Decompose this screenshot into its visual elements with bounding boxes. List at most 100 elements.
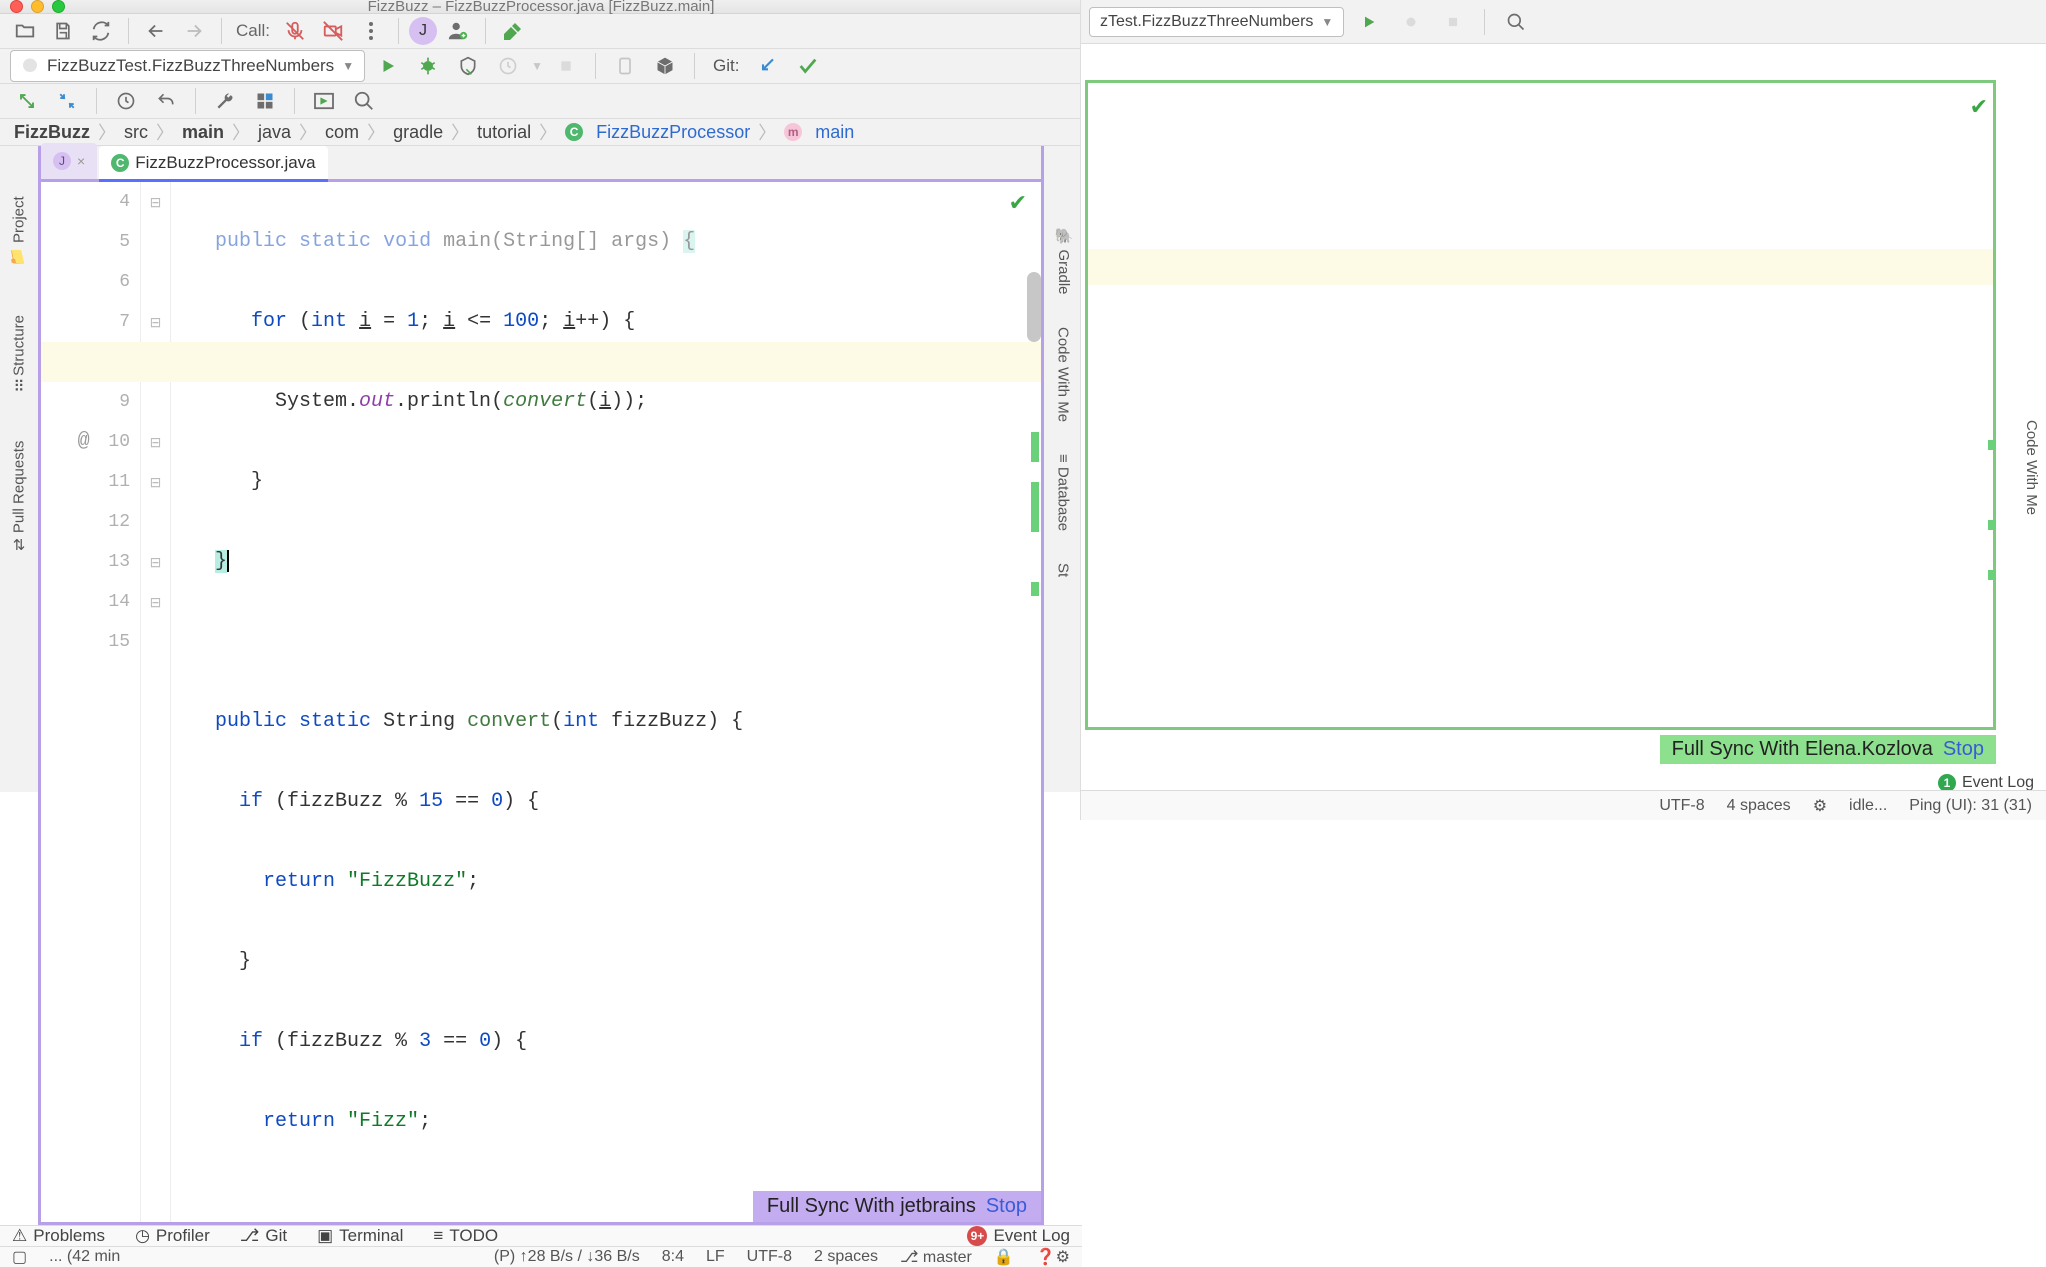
main-toolbar: Call: J bbox=[0, 14, 1082, 49]
run-icon[interactable] bbox=[371, 49, 405, 83]
run-anything-icon[interactable] bbox=[307, 84, 341, 118]
chevron-down-icon: ▼ bbox=[342, 59, 354, 73]
status-line-ending[interactable]: LF bbox=[706, 1248, 725, 1266]
coverage-icon[interactable] bbox=[451, 49, 485, 83]
tool-pullrequests-tab[interactable]: ⇅Pull Requests bbox=[6, 437, 32, 556]
sec-status-settings-icon[interactable]: ⚙ bbox=[1813, 796, 1827, 816]
run-config-name: FizzBuzzTest.FizzBuzzThreeNumbers bbox=[47, 56, 334, 76]
status-help-icon[interactable]: ❓⚙ bbox=[1036, 1247, 1070, 1267]
git-label: Git: bbox=[713, 56, 739, 76]
tool-problems[interactable]: ⚠ Problems bbox=[12, 1226, 105, 1246]
history-icon[interactable] bbox=[109, 84, 143, 118]
search-icon[interactable] bbox=[347, 84, 381, 118]
open-file-icon[interactable] bbox=[8, 14, 42, 48]
secondary-window: zTest.FizzBuzzThreeNumbers ▼ ✔ Code With… bbox=[1080, 0, 2046, 820]
tool-st-tab[interactable]: St bbox=[1051, 559, 1076, 581]
editor-area: J × C FizzBuzzProcessor.java 456789 @ 10… bbox=[38, 146, 1044, 1225]
status-bar: ▢ ... (42 min (P) ↑28 B/s / ↓36 B/s 8:4 … bbox=[0, 1246, 1082, 1267]
wrench-icon[interactable] bbox=[208, 84, 242, 118]
more-icon[interactable] bbox=[354, 14, 388, 48]
class-icon: C bbox=[111, 154, 129, 172]
sec-debug-icon[interactable] bbox=[1394, 5, 1428, 39]
tool-eventlog[interactable]: 9+ Event Log bbox=[967, 1226, 1070, 1246]
crumb-project[interactable]: FizzBuzz bbox=[14, 122, 90, 143]
line-gutter: 456789 @ 10 1112131415 bbox=[41, 182, 141, 1222]
sec-inspection-ok-icon[interactable]: ✔ bbox=[1970, 94, 1988, 120]
mic-off-icon[interactable] bbox=[278, 14, 312, 48]
crumb-tutorial[interactable]: tutorial bbox=[477, 122, 531, 143]
right-tool-tabs: 🐘 Gradle Code With Me ≡ Database St bbox=[1044, 223, 1082, 723]
stop-icon[interactable] bbox=[549, 49, 583, 83]
sec-stop-icon[interactable] bbox=[1436, 5, 1470, 39]
tool-structure-tab[interactable]: ⠿Structure bbox=[6, 311, 32, 397]
sec-sync-stop[interactable]: Stop bbox=[1943, 738, 1984, 761]
editor-tab-j[interactable]: J × bbox=[41, 143, 97, 179]
sync-icon[interactable] bbox=[84, 14, 118, 48]
save-icon[interactable] bbox=[46, 14, 80, 48]
run-toolbar: FizzBuzzTest.FizzBuzzThreeNumbers ▼ ▼ Gi… bbox=[0, 49, 1082, 84]
build-hammer-icon[interactable] bbox=[496, 14, 530, 48]
titlebar: FizzBuzz – FizzBuzzProcessor.java [FizzB… bbox=[0, 0, 1082, 14]
collapse-icon[interactable] bbox=[50, 84, 84, 118]
back-icon[interactable] bbox=[139, 14, 173, 48]
user-avatar[interactable]: J bbox=[409, 17, 437, 45]
status-lock-icon[interactable]: 🔒 bbox=[994, 1247, 1014, 1267]
code-editor[interactable]: 456789 @ 10 1112131415 ⊟⊟⊟⊟⊟⊟⊟ public st… bbox=[41, 182, 1041, 1222]
sec-status-enc[interactable]: UTF-8 bbox=[1659, 797, 1704, 815]
sec-status-indent[interactable]: 4 spaces bbox=[1727, 797, 1791, 815]
crumb-method[interactable]: m main bbox=[784, 122, 854, 143]
tool-database-tab[interactable]: ≡ Database bbox=[1051, 450, 1076, 535]
editor-scrollbar[interactable] bbox=[1025, 182, 1041, 1222]
sync-stop-button[interactable]: Stop bbox=[986, 1195, 1027, 1218]
run-config-selector[interactable]: FizzBuzzTest.FizzBuzzThreeNumbers ▼ bbox=[10, 50, 365, 82]
crumb-com[interactable]: com bbox=[325, 122, 359, 143]
crumb-src[interactable]: src bbox=[124, 122, 148, 143]
crumb-java[interactable]: java bbox=[258, 122, 291, 143]
code-content[interactable]: public static void main(String[] args) {… bbox=[171, 182, 1041, 1222]
sec-codewithme-tab[interactable]: Code With Me bbox=[2023, 420, 2040, 515]
status-pos[interactable]: 8:4 bbox=[662, 1248, 684, 1266]
nav-toolbar bbox=[0, 84, 1082, 119]
crumb-class[interactable]: C FizzBuzzProcessor bbox=[565, 122, 750, 143]
device-icon[interactable] bbox=[608, 49, 642, 83]
status-indent[interactable]: 2 spaces bbox=[814, 1248, 878, 1266]
sec-search-icon[interactable] bbox=[1499, 5, 1533, 39]
sec-run-icon[interactable] bbox=[1352, 5, 1386, 39]
tool-git[interactable]: ⎇ Git bbox=[240, 1226, 287, 1246]
sec-status-idle: idle... bbox=[1849, 797, 1887, 815]
tool-project-tab[interactable]: 📁Project bbox=[6, 192, 32, 271]
tool-profiler[interactable]: ◷ Profiler bbox=[135, 1226, 210, 1246]
editor-tab-active[interactable]: C FizzBuzzProcessor.java bbox=[99, 146, 327, 182]
expand-icon[interactable] bbox=[10, 84, 44, 118]
add-user-icon[interactable] bbox=[441, 14, 475, 48]
sec-run-config[interactable]: zTest.FizzBuzzThreeNumbers ▼ bbox=[1089, 7, 1344, 37]
sec-editor[interactable] bbox=[1085, 80, 1996, 730]
tool-todo[interactable]: ≡ TODO bbox=[433, 1226, 498, 1246]
breadcrumb: FizzBuzz 〉 src 〉 main 〉 java 〉 com 〉 gra… bbox=[0, 119, 1082, 146]
profile-icon[interactable] bbox=[491, 49, 525, 83]
git-pull-icon[interactable] bbox=[751, 49, 785, 83]
primary-window: FizzBuzz – FizzBuzzProcessor.java [FizzB… bbox=[0, 0, 1082, 792]
java-file-icon: J bbox=[53, 152, 71, 170]
editor-tab-label: FizzBuzzProcessor.java bbox=[135, 153, 315, 173]
undo-icon[interactable] bbox=[149, 84, 183, 118]
status-net: (P) ↑28 B/s / ↓36 B/s bbox=[494, 1248, 640, 1266]
sec-status-bar: UTF-8 4 spaces ⚙ idle... Ping (UI): 31 (… bbox=[1081, 790, 2046, 820]
sec-sync-banner: Full Sync With Elena.Kozlova Stop bbox=[1660, 735, 1996, 764]
debug-icon[interactable] bbox=[411, 49, 445, 83]
video-off-icon[interactable] bbox=[316, 14, 350, 48]
status-presentation-icon[interactable]: ▢ bbox=[12, 1247, 27, 1267]
tool-codewithme-tab[interactable]: Code With Me bbox=[1051, 323, 1076, 426]
forward-icon[interactable] bbox=[177, 14, 211, 48]
tool-terminal[interactable]: ▣ Terminal bbox=[317, 1226, 403, 1246]
package-icon[interactable] bbox=[648, 49, 682, 83]
project-structure-icon[interactable] bbox=[248, 84, 282, 118]
crumb-main[interactable]: main bbox=[182, 122, 224, 143]
status-encoding[interactable]: UTF-8 bbox=[747, 1248, 792, 1266]
git-commit-icon[interactable] bbox=[791, 49, 825, 83]
status-branch[interactable]: ⎇ master bbox=[900, 1247, 972, 1267]
crumb-gradle[interactable]: gradle bbox=[393, 122, 443, 143]
tool-gradle-tab[interactable]: 🐘 Gradle bbox=[1050, 223, 1076, 299]
close-tab-icon[interactable]: × bbox=[77, 153, 85, 169]
status-left-text: ... (42 min bbox=[49, 1248, 120, 1266]
